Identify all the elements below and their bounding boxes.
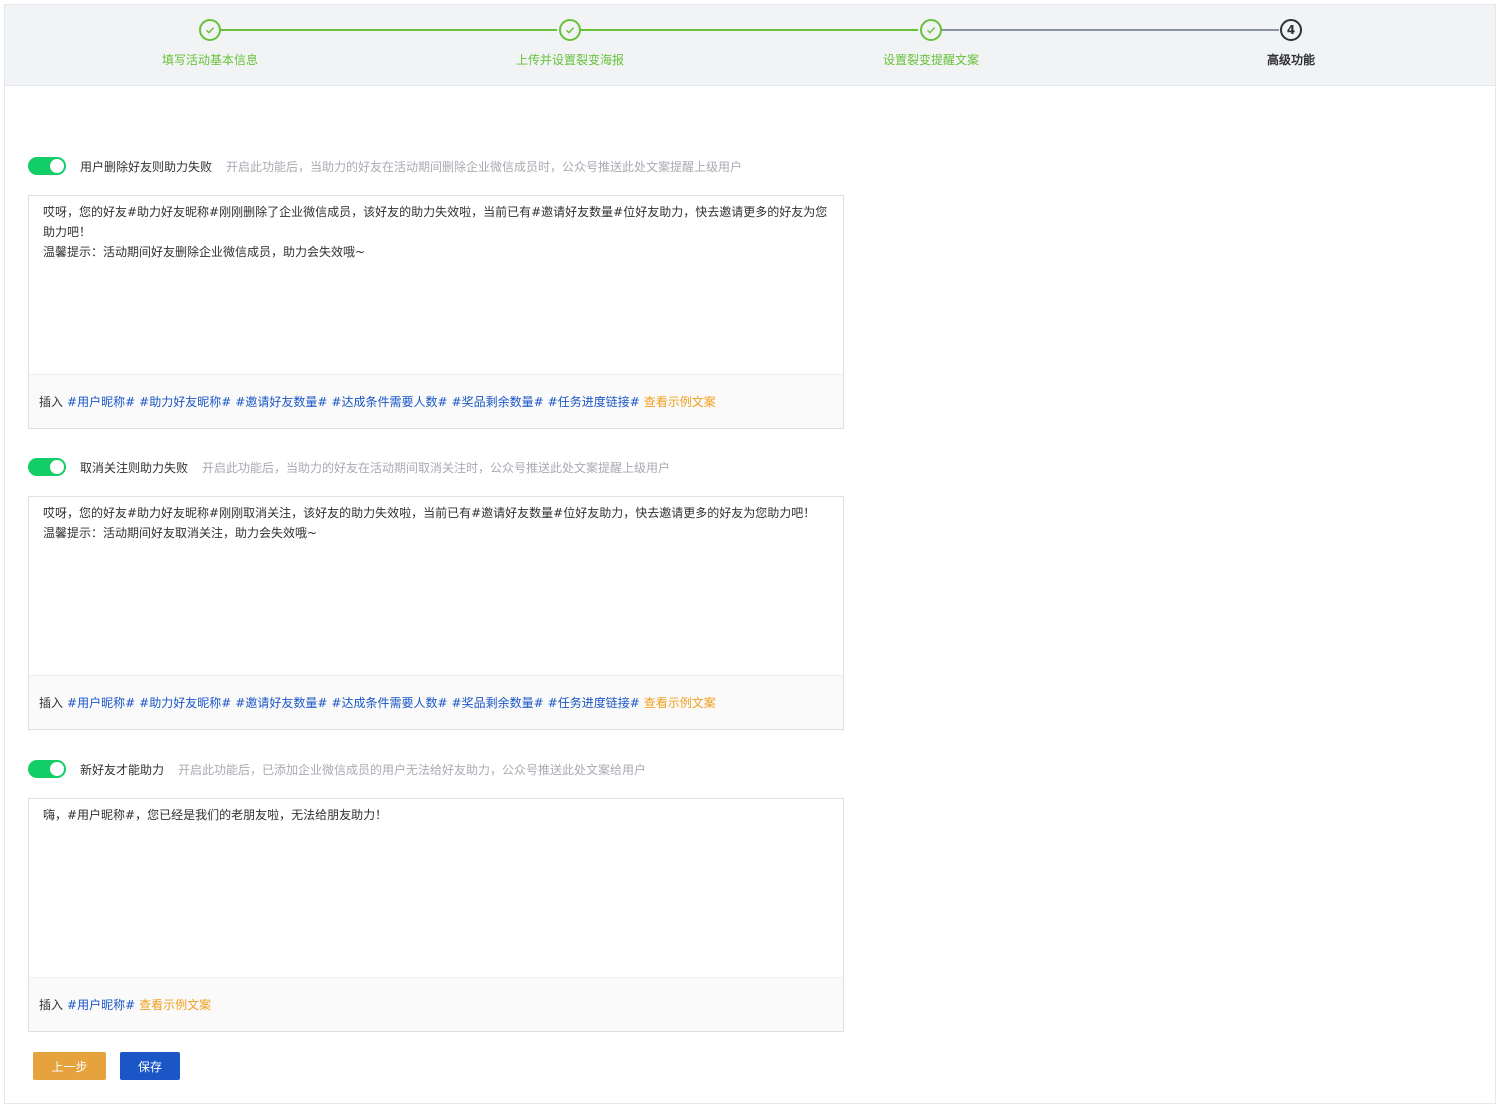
save-button[interactable]: 保存	[120, 1052, 180, 1080]
delete-friend-switch[interactable]	[28, 157, 66, 175]
new-friend-switch[interactable]	[28, 760, 66, 778]
tag-progress-link[interactable]: #任务进度链接#	[548, 694, 640, 711]
insert-bar: 插入 #用户昵称# #助力好友昵称# #邀请好友数量# #达成条件需要人数# #…	[29, 374, 843, 428]
delete-friend-text[interactable]: 哎呀，您的好友#助力好友昵称#刚刚删除了企业微信成员，该好友的助力失效啦，当前已…	[43, 202, 831, 262]
insert-label: 插入	[39, 696, 64, 710]
step-4-title: 高级功能	[1266, 53, 1315, 67]
step-connector	[221, 29, 557, 31]
tag-helper-nickname[interactable]: #助力好友昵称#	[139, 694, 231, 711]
tag-user-nickname[interactable]: #用户昵称#	[67, 996, 135, 1013]
step-1-title: 填写活动基本信息	[161, 53, 258, 67]
unfollow-switch[interactable]	[28, 458, 66, 476]
page-frame: 4 填写活动基本信息 上传并设置裂变海报 设置裂变提醒文案 高级功能 用户删除好…	[4, 4, 1496, 1104]
step-4-number: 4	[1280, 19, 1302, 41]
tag-prize-remaining[interactable]: #奖品剩余数量#	[452, 393, 544, 410]
step-3-title: 设置裂变提醒文案	[882, 53, 979, 67]
tag-user-nickname[interactable]: #用户昵称#	[67, 694, 135, 711]
view-example-link[interactable]: 查看示例文案	[644, 393, 716, 410]
tag-helper-nickname[interactable]: #助力好友昵称#	[139, 393, 231, 410]
view-example-link[interactable]: 查看示例文案	[644, 694, 716, 711]
unfollow-text[interactable]: 哎呀，您的好友#助力好友昵称#刚刚取消关注，该好友的助力失效啦，当前已有#邀请好…	[43, 503, 831, 543]
new-friend-label: 新好友才能助力	[80, 762, 165, 777]
steps-bar: 4 填写活动基本信息 上传并设置裂变海报 设置裂变提醒文案 高级功能	[5, 5, 1495, 86]
tag-user-nickname[interactable]: #用户昵称#	[67, 393, 135, 410]
tag-prize-remaining[interactable]: #奖品剩余数量#	[452, 694, 544, 711]
tag-invite-count[interactable]: #邀请好友数量#	[235, 694, 327, 711]
new-friend-editor[interactable]: 嗨，#用户昵称#，您已经是我们的老朋友啦，无法给朋友助力！ 插入 #用户昵称# …	[28, 798, 844, 1032]
section-unfollow: 取消关注则助力失败 开启此功能后，当助力的好友在活动期间取消关注时，公众号推送此…	[28, 457, 844, 730]
section-new-friend-only: 新好友才能助力 开启此功能后，已添加企业微信成员的用户无法给好友助力，公众号推送…	[28, 759, 844, 1032]
step-2-title: 上传并设置裂变海报	[515, 53, 624, 67]
tag-required-count[interactable]: #达成条件需要人数#	[331, 393, 447, 410]
tag-invite-count[interactable]: #邀请好友数量#	[235, 393, 327, 410]
tag-progress-link[interactable]: #任务进度链接#	[548, 393, 640, 410]
insert-bar: 插入 #用户昵称# 查看示例文案	[29, 977, 843, 1031]
tag-required-count[interactable]: #达成条件需要人数#	[331, 694, 447, 711]
delete-friend-label: 用户删除好友则助力失败	[80, 159, 213, 174]
unfollow-hint: 开启此功能后，当助力的好友在活动期间取消关注时，公众号推送此处文案提醒上级用户	[202, 460, 671, 475]
section-delete-friend: 用户删除好友则助力失败 开启此功能后，当助力的好友在活动期间删除企业微信成员时，…	[28, 156, 844, 429]
unfollow-label: 取消关注则助力失败	[80, 460, 189, 475]
step-1-check-icon	[199, 19, 221, 41]
new-friend-text[interactable]: 嗨，#用户昵称#，您已经是我们的老朋友啦，无法给朋友助力！	[43, 805, 831, 825]
insert-label: 插入	[39, 395, 64, 409]
step-2-check-icon	[559, 19, 581, 41]
view-example-link[interactable]: 查看示例文案	[139, 996, 211, 1013]
step-connector	[581, 29, 918, 31]
prev-step-button[interactable]: 上一步	[33, 1052, 106, 1080]
delete-friend-editor[interactable]: 哎呀，您的好友#助力好友昵称#刚刚删除了企业微信成员，该好友的助力失效啦，当前已…	[28, 195, 844, 429]
step-connector	[942, 29, 1279, 31]
insert-bar: 插入 #用户昵称# #助力好友昵称# #邀请好友数量# #达成条件需要人数# #…	[29, 675, 843, 729]
delete-friend-hint: 开启此功能后，当助力的好友在活动期间删除企业微信成员时，公众号推送此处文案提醒上…	[226, 159, 743, 174]
new-friend-hint: 开启此功能后，已添加企业微信成员的用户无法给好友助力，公众号推送此处文案给用户	[178, 762, 647, 777]
unfollow-editor[interactable]: 哎呀，您的好友#助力好友昵称#刚刚取消关注，该好友的助力失效啦，当前已有#邀请好…	[28, 496, 844, 730]
insert-label: 插入	[39, 998, 64, 1012]
step-3-check-icon	[920, 19, 942, 41]
